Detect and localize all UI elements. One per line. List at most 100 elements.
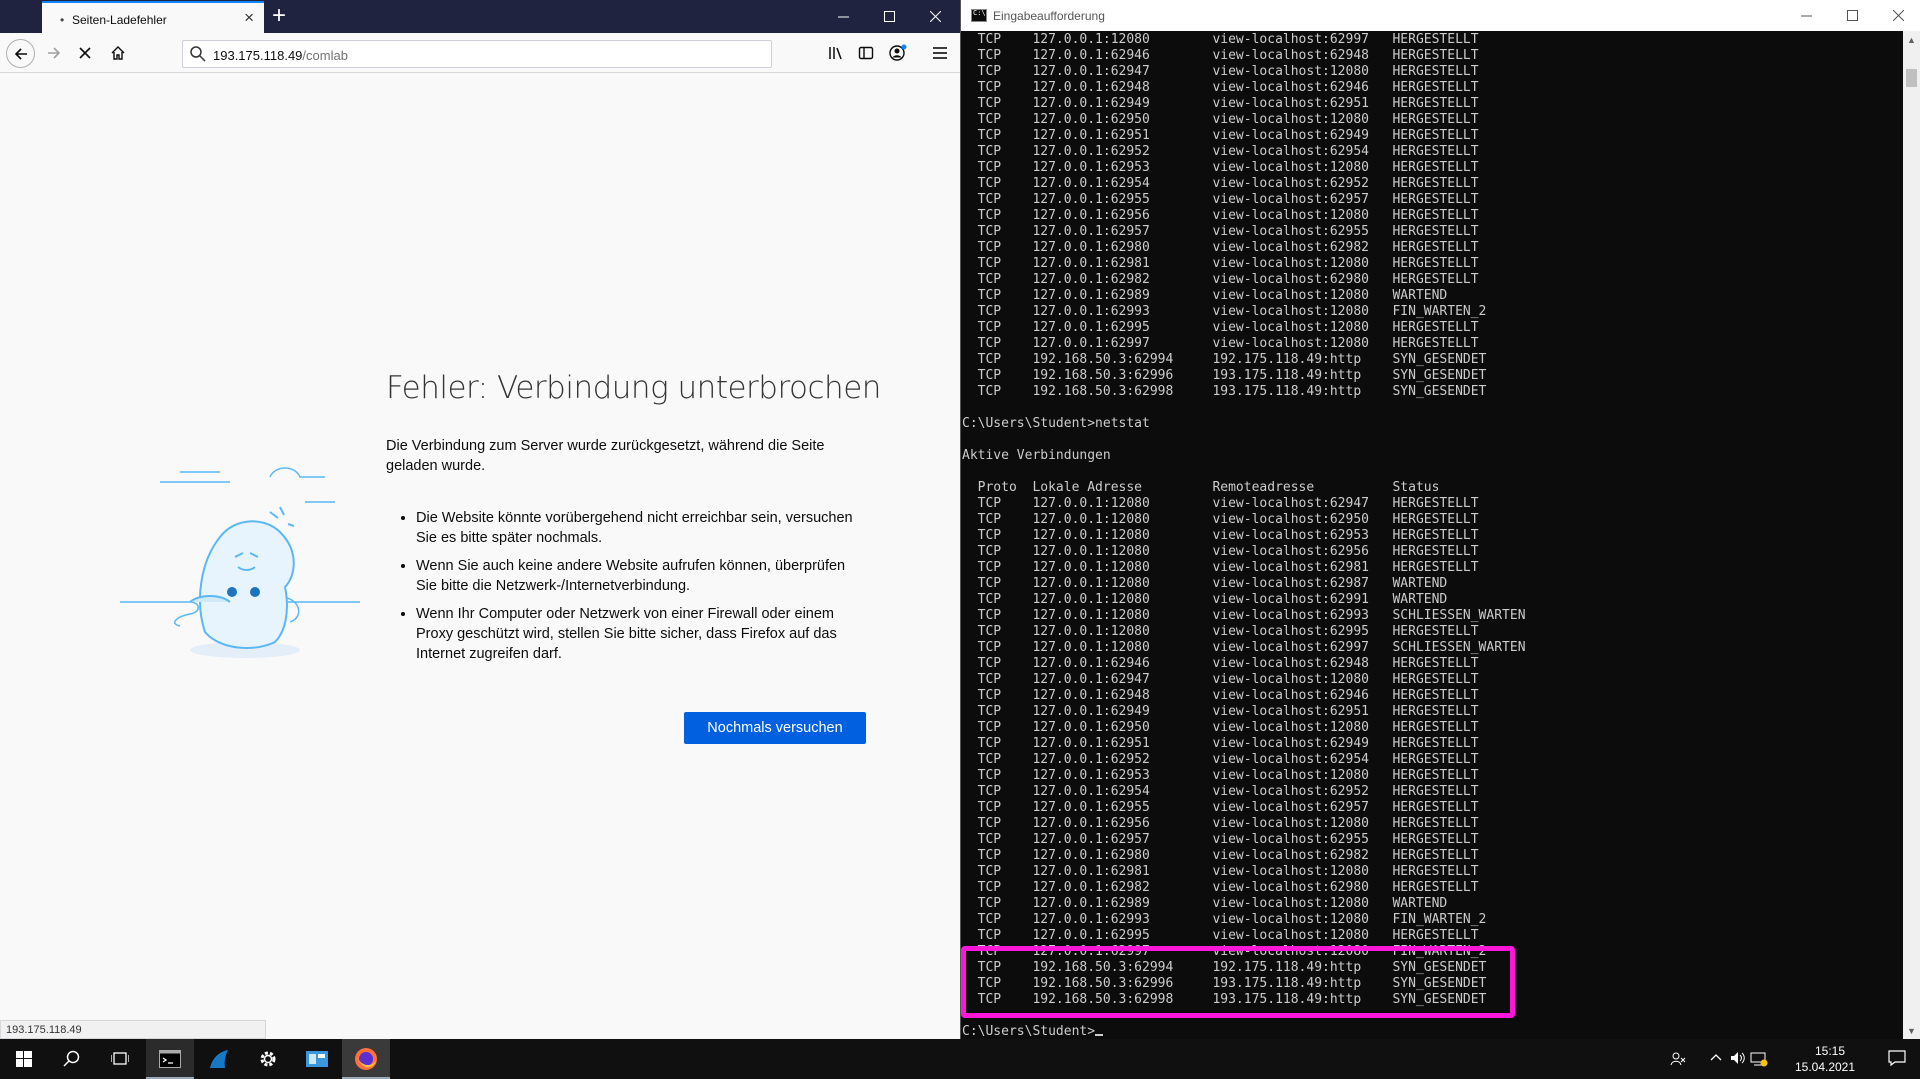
speaker-icon: [1731, 1052, 1745, 1064]
volume-icon[interactable]: [1730, 1051, 1746, 1068]
error-suggestion-item: Wenn Sie auch keine andere Website aufru…: [416, 556, 870, 596]
notification-button[interactable]: [1888, 1049, 1906, 1072]
cmd-output-line: TCP 127.0.0.1:12080 view-localhost:62995…: [962, 624, 1479, 639]
error-title: Fehler: Verbindung unterbrochen: [386, 370, 881, 406]
account-icon: [889, 44, 907, 61]
cmd-output-line: TCP 127.0.0.1:62956 view-localhost:12080…: [962, 208, 1479, 223]
cmd-output-line: TCP 127.0.0.1:62954 view-localhost:62952…: [962, 784, 1479, 799]
close-button[interactable]: [912, 0, 958, 33]
network-icon[interactable]: [1750, 1051, 1768, 1070]
stop-icon: [79, 47, 91, 59]
cmd-minimize-button[interactable]: [1783, 0, 1829, 31]
taskbar-settings-button[interactable]: [244, 1039, 292, 1079]
url-path: /comlab: [302, 48, 348, 63]
app-icon: [306, 1051, 328, 1067]
cmd-output-line: TCP 127.0.0.1:12080 view-localhost:62950…: [962, 512, 1479, 527]
taskbar-wireshark-button[interactable]: [195, 1039, 243, 1079]
close-icon: [929, 11, 941, 22]
cmd-output-line: TCP 127.0.0.1:12080 view-localhost:62956…: [962, 544, 1479, 559]
cmd-output-line: TCP 127.0.0.1:62982 view-localhost:62980…: [962, 880, 1479, 895]
retry-button[interactable]: Nochmals versuchen: [684, 712, 866, 744]
cmd-output-line: TCP 127.0.0.1:62947 view-localhost:12080…: [962, 672, 1479, 687]
clock-date[interactable]: 15.04.2021: [1790, 1060, 1860, 1074]
minimize-icon: [1800, 15, 1812, 17]
maximize-button[interactable]: [866, 0, 912, 33]
network-warning-icon: [1750, 1052, 1768, 1067]
cmd-output-line: TCP 127.0.0.1:62946 view-localhost:62948…: [962, 48, 1479, 63]
firefox-icon: [355, 1048, 377, 1070]
cmd-output-line: TCP 127.0.0.1:62947 view-localhost:12080…: [962, 64, 1479, 79]
url-bar[interactable]: 193.175.118.49/comlab: [182, 40, 772, 68]
scroll-down-arrow-icon[interactable]: ▼: [1903, 1022, 1920, 1039]
close-icon: [1892, 10, 1904, 21]
tab-title: Seiten-Ladefehler: [72, 13, 167, 27]
system-tray: 15:15 15.04.2021: [1670, 1039, 1920, 1079]
forward-button[interactable]: [40, 39, 68, 67]
start-button[interactable]: [0, 1039, 48, 1079]
cmd-output-line: TCP 127.0.0.1:12080 view-localhost:62981…: [962, 560, 1479, 575]
home-button[interactable]: [104, 39, 132, 67]
taskbar-firefox-button[interactable]: [342, 1039, 390, 1079]
notification-icon: [1888, 1050, 1906, 1067]
back-button[interactable]: [6, 39, 35, 68]
taskbar-app-button[interactable]: [293, 1039, 341, 1079]
cmd-app-icon: [971, 9, 987, 22]
cmd-output-line: TCP 192.168.50.3:62994 192.175.118.49:ht…: [962, 352, 1487, 367]
text-cursor: [1095, 1034, 1104, 1036]
taskbar-cmd-button[interactable]: [146, 1039, 194, 1079]
cmd-output-line: TCP 127.0.0.1:62949 view-localhost:62951…: [962, 96, 1479, 111]
command-prompt-window: Eingabeaufforderung TCP 127.0.0.1:12080 …: [960, 0, 1920, 1039]
cmd-output-line: TCP 127.0.0.1:62995 view-localhost:12080…: [962, 320, 1479, 335]
tab-page-load-error[interactable]: • Seiten-Ladefehler ×: [42, 1, 264, 33]
tray-chevron-up-icon[interactable]: [1710, 1051, 1722, 1066]
cmd-output-line: TCP 127.0.0.1:62989 view-localhost:12080…: [962, 288, 1448, 303]
cmd-output-line: TCP 127.0.0.1:62951 view-localhost:62949…: [962, 736, 1479, 751]
connection-error-illustration: [120, 467, 360, 658]
cmd-output-line: Proto Lokale Adresse Remoteadresse Statu…: [962, 480, 1440, 495]
scroll-thumb[interactable]: [1906, 69, 1917, 87]
firefox-window: • Seiten-Ladefehler × + 193.175.118.49/c…: [0, 0, 960, 1039]
task-view-icon: [111, 1052, 129, 1065]
cmd-output-line: C:\Users\Student>: [962, 1024, 1902, 1040]
scroll-up-arrow-icon[interactable]: ▲: [1903, 31, 1920, 48]
cmd-output-line: TCP 127.0.0.1:62980 view-localhost:62982…: [962, 240, 1479, 255]
cmd-output-line: TCP 127.0.0.1:62946 view-localhost:62948…: [962, 656, 1479, 671]
cmd-output-line: TCP 127.0.0.1:62956 view-localhost:12080…: [962, 816, 1479, 831]
maximize-icon: [883, 11, 895, 22]
person-icon[interactable]: [1670, 1051, 1686, 1070]
cmd-scrollbar[interactable]: ▲ ▼: [1903, 31, 1920, 1039]
cmd-close-button[interactable]: [1875, 0, 1920, 31]
clock-time[interactable]: 15:15: [1800, 1044, 1860, 1058]
cmd-output-line: TCP 127.0.0.1:62950 view-localhost:12080…: [962, 112, 1479, 127]
search-icon: [190, 46, 206, 62]
tab-loading-dot: •: [60, 13, 65, 27]
cmd-output-line: TCP 127.0.0.1:62948 view-localhost:62946…: [962, 688, 1479, 703]
tab-close-button[interactable]: ×: [244, 9, 254, 27]
search-icon: [63, 1050, 80, 1067]
cmd-output-line: TCP 127.0.0.1:62982 view-localhost:62980…: [962, 272, 1479, 287]
minimize-icon: [837, 16, 849, 18]
cmd-output-line: TCP 127.0.0.1:62948 view-localhost:62946…: [962, 80, 1479, 95]
cmd-output-line: TCP 192.168.50.3:62996 193.175.118.49:ht…: [962, 368, 1487, 383]
minimize-button[interactable]: [820, 0, 866, 33]
cmd-output-line: [962, 400, 1902, 416]
sidebar-button[interactable]: [852, 39, 880, 67]
task-view-button[interactable]: [96, 1039, 144, 1079]
cmd-output[interactable]: TCP 127.0.0.1:12080 view-localhost:62997…: [962, 32, 1902, 1040]
stop-button[interactable]: [71, 39, 99, 67]
menu-button[interactable]: [926, 39, 954, 67]
status-bar-url: 193.175.118.49: [0, 1020, 266, 1039]
library-button[interactable]: [822, 39, 850, 67]
cmd-maximize-button[interactable]: [1829, 0, 1875, 31]
library-icon: [829, 47, 842, 60]
cmd-output-line: TCP 127.0.0.1:12080 view-localhost:62947…: [962, 496, 1479, 511]
error-description: Die Verbindung zum Server wurde zurückge…: [386, 438, 825, 474]
cmd-output-line: TCP 192.168.50.3:62998 193.175.118.49:ht…: [962, 384, 1487, 399]
new-tab-button[interactable]: +: [272, 3, 286, 29]
cmd-output-line: TCP 127.0.0.1:12080 view-localhost:62953…: [962, 528, 1479, 543]
account-button[interactable]: [884, 39, 912, 67]
back-arrow-icon: [14, 47, 27, 60]
navigation-toolbar: 193.175.118.49/comlab: [0, 33, 960, 73]
error-suggestions-list: Die Website könnte vorübergehend nicht e…: [400, 508, 870, 672]
search-button[interactable]: [48, 1039, 96, 1079]
